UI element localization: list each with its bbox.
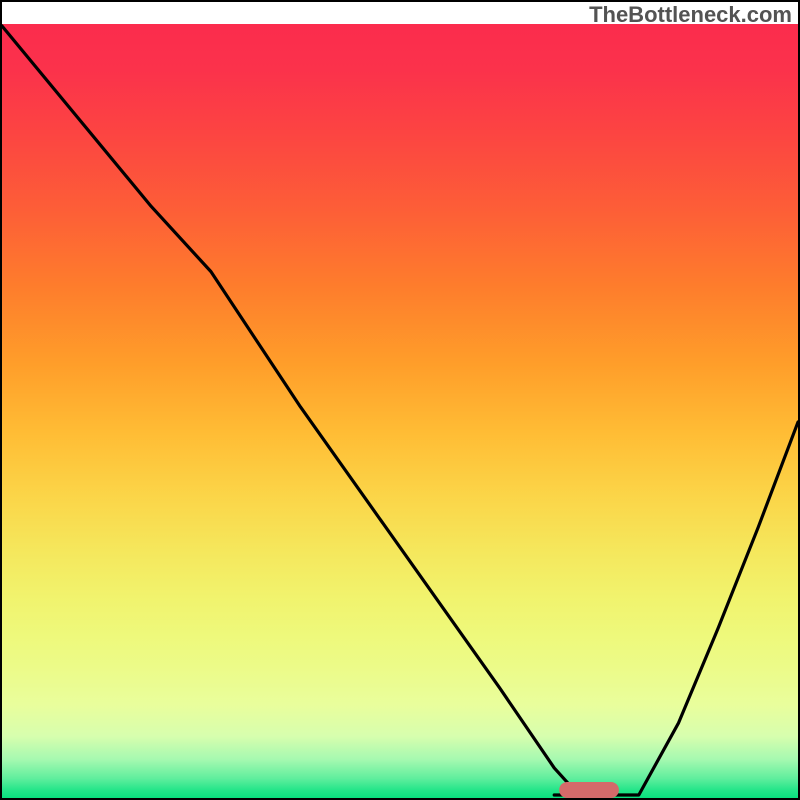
optimal-marker [559,782,619,798]
plot-area [2,24,798,798]
watermark-label: TheBottleneck.com [589,4,792,26]
chart-frame: TheBottleneck.com [0,0,800,800]
bottleneck-curve [2,26,798,795]
curve-layer [2,24,798,798]
